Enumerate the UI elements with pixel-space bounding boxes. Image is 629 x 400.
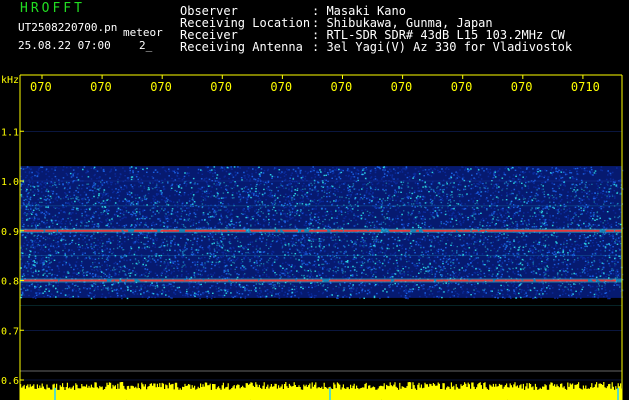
x-tick-label: 070 xyxy=(270,80,292,94)
y-tick-label: 1.1 xyxy=(1,127,19,138)
y-unit-label: kHz xyxy=(1,75,19,86)
x-tick-label: 070 xyxy=(90,80,112,94)
spectrogram-plot: kHz 1.1 1.0 0.9 0.8 0.7 0.6 070 070 070 070 070 070 0… xyxy=(1,74,624,400)
x-tick-label: 070 xyxy=(511,80,533,94)
x-tick-label: 070 xyxy=(391,80,413,94)
x-tick-label: 070 xyxy=(30,80,52,94)
amplitude-bars xyxy=(20,382,623,400)
y-tick-label: 0.7 xyxy=(1,326,19,337)
y-tick-label: 0.8 xyxy=(1,277,19,288)
x-tick-label: 070 xyxy=(150,80,172,94)
echo-line xyxy=(22,229,621,232)
amplitude-layer xyxy=(20,370,623,400)
x-tick-label: 070 xyxy=(210,80,232,94)
y-tick-label: 0.6 xyxy=(1,376,19,387)
x-tick-label: 0710 xyxy=(571,80,600,94)
x-tick-label: 070 xyxy=(451,80,473,94)
y-tick-label: 0.9 xyxy=(1,227,19,238)
y-tick-label: 1.0 xyxy=(1,177,19,188)
x-tick-label: 070 xyxy=(331,80,353,94)
hrofft-spectrogram-window: HROFFT UT2508220700.pn meteor 25.08.22 0… xyxy=(0,0,629,400)
